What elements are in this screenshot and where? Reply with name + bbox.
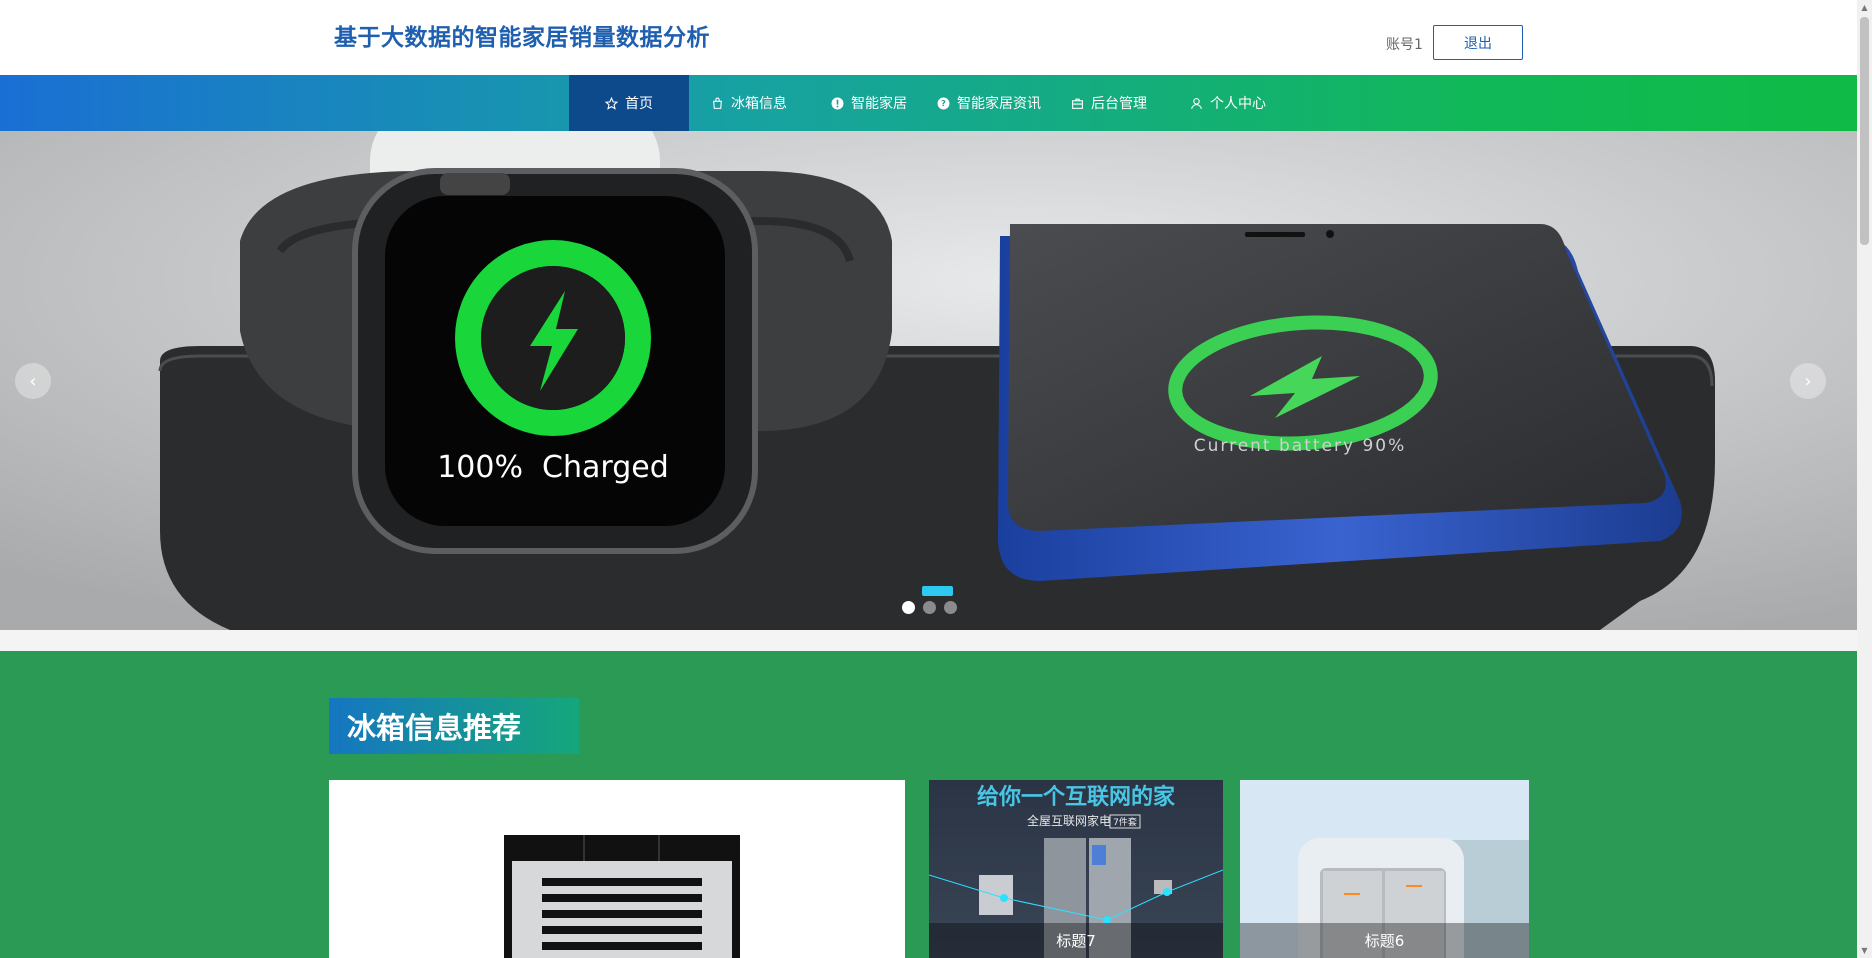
site-title: 基于大数据的智能家居销量数据分析 — [334, 25, 710, 51]
section-title: 冰箱信息推荐 — [329, 698, 579, 754]
page: 基于大数据的智能家居销量数据分析 账号1 退出 首页 冰箱信息 智能家居 ? 智… — [0, 0, 1872, 958]
nav-label: 智能家居资讯 — [957, 96, 1041, 112]
section-divider — [0, 630, 1857, 651]
scrollbar-thumb[interactable] — [1860, 17, 1869, 245]
info-icon — [831, 97, 844, 110]
product-card[interactable]: 标题6 — [1240, 780, 1529, 958]
carousel-dot[interactable] — [902, 601, 915, 614]
card-caption: 标题7 — [929, 923, 1223, 958]
carousel-indicator-bar — [922, 586, 953, 596]
nav-item-fridge-info[interactable]: 冰箱信息 — [711, 75, 787, 131]
nav-label: 智能家居 — [851, 96, 907, 112]
carousel-prev-button[interactable]: ‹ — [15, 363, 51, 399]
question-icon: ? — [937, 97, 950, 110]
banner-image: 100% Charged Current battery 90% — [0, 131, 1857, 630]
main-nav: 首页 冰箱信息 智能家居 ? 智能家居资讯 后台管理 个人中心 — [0, 75, 1857, 131]
top-header: 基于大数据的智能家居销量数据分析 账号1 退出 — [0, 0, 1857, 75]
carousel-dot[interactable] — [923, 601, 936, 614]
fridge-recommend-section: 冰箱信息推荐 给你一个互联网的家 全屋互联网家电 7件套 标题7 标题6 — [0, 651, 1857, 958]
nav-label: 后台管理 — [1091, 96, 1147, 112]
carousel-dots — [902, 601, 957, 614]
star-icon — [605, 96, 618, 110]
banner-carousel: 100% Charged Current battery 90% ‹ › — [0, 131, 1857, 630]
account-name: 账号1 — [1386, 37, 1423, 53]
user-icon — [1190, 97, 1203, 110]
ad-badge: 7件套 — [1113, 816, 1137, 828]
nav-item-admin[interactable]: 后台管理 — [1071, 75, 1147, 131]
card-caption: 标题6 — [1240, 923, 1529, 958]
scroll-down-icon[interactable]: ▼ — [1860, 946, 1869, 955]
logout-button[interactable]: 退出 — [1433, 25, 1523, 60]
carousel-next-button[interactable]: › — [1790, 363, 1826, 399]
chevron-left-icon: ‹ — [29, 370, 37, 392]
chevron-right-icon: › — [1804, 370, 1812, 392]
phone-battery-text: Current battery 90% — [1194, 436, 1407, 456]
nav-item-smart-home[interactable]: 智能家居 — [831, 75, 907, 131]
ad-headline: 给你一个互联网的家 — [977, 784, 1176, 810]
ad-subline: 全屋互联网家电 — [1027, 813, 1111, 828]
fridge-image — [504, 835, 740, 958]
bag-icon — [711, 97, 724, 110]
carousel-dot[interactable] — [944, 601, 957, 614]
product-card[interactable] — [329, 780, 905, 958]
nav-label: 冰箱信息 — [731, 96, 787, 112]
briefcase-icon — [1071, 97, 1084, 110]
nav-item-smart-home-news[interactable]: ? 智能家居资讯 — [937, 75, 1041, 131]
watch-charged-text: 100% Charged — [437, 450, 669, 485]
page-scrollbar[interactable]: ▲ ▼ — [1857, 0, 1872, 958]
nav-item-home[interactable]: 首页 — [569, 75, 689, 131]
nav-label: 首页 — [625, 96, 653, 112]
nav-label: 个人中心 — [1210, 96, 1266, 112]
nav-item-profile[interactable]: 个人中心 — [1190, 75, 1266, 131]
product-card[interactable]: 给你一个互联网的家 全屋互联网家电 7件套 标题7 — [929, 780, 1223, 958]
svg-text:?: ? — [941, 98, 946, 108]
scroll-up-icon[interactable]: ▲ — [1860, 3, 1869, 12]
